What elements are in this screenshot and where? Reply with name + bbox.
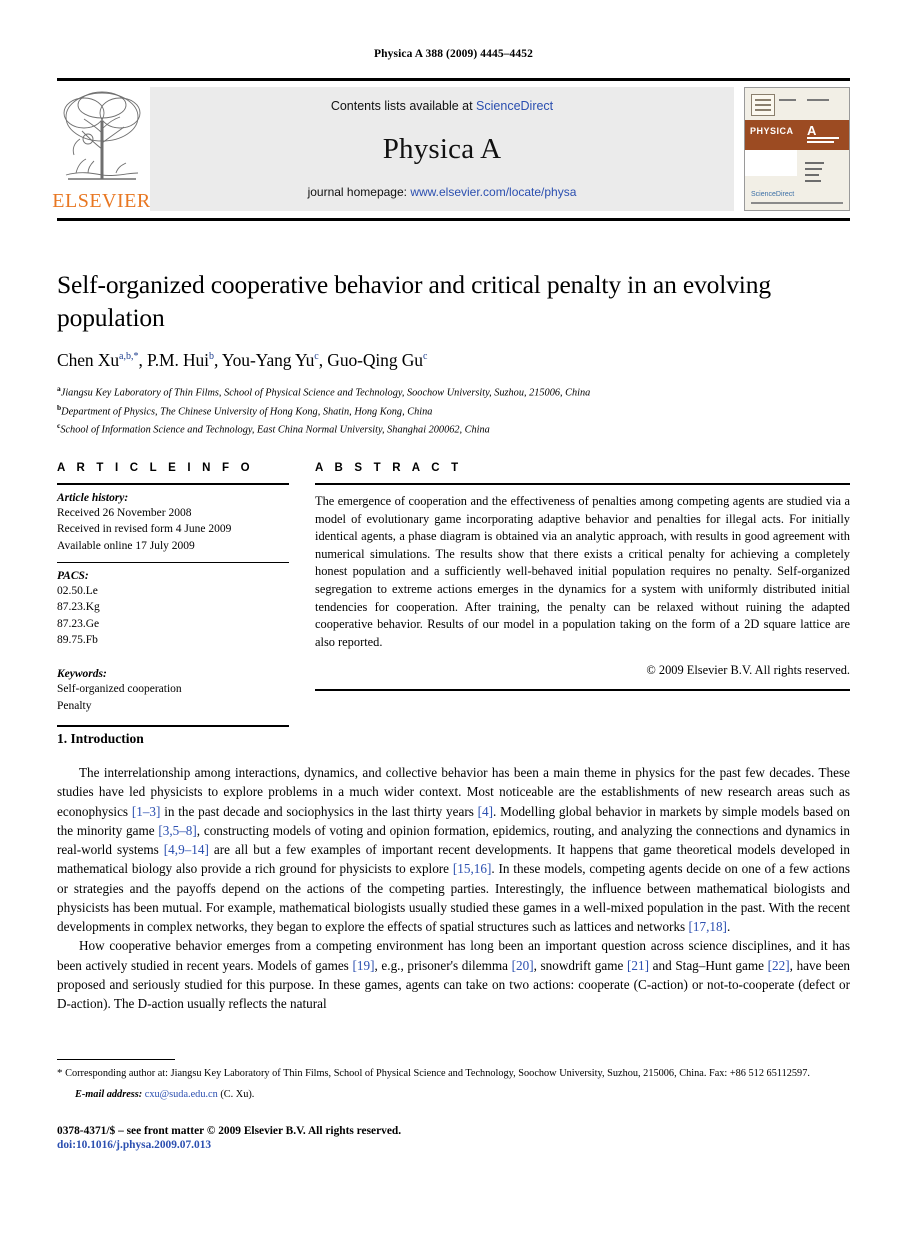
front-matter-line: 0378-4371/$ – see front matter © 2009 El… [57, 1125, 402, 1137]
pacs-item: 87.23.Kg [57, 601, 100, 614]
footnote-rule [57, 1059, 175, 1060]
journal-title: Physica A [382, 132, 502, 165]
masthead-top-rule [57, 78, 850, 81]
article-history-item: Available online 17 July 2009 [57, 539, 195, 552]
keywords-label: Keywords: [57, 668, 107, 681]
cover-sciencedirect-label: ScienceDirect [751, 191, 795, 198]
abstract-column: A B S T R A C T The emergence of coopera… [315, 462, 850, 727]
elsevier-wordmark: ELSEVIER [52, 190, 151, 212]
article-history-group: Article history: Received 26 November 20… [57, 485, 289, 562]
cover-title-band: PHYSICA A [745, 120, 849, 150]
running-head: Physica A 388 (2009) 4445–4452 [374, 48, 533, 60]
abstract-rule-bottom [315, 689, 850, 692]
journal-masthead: ELSEVIER Contents lists available at Sci… [52, 78, 850, 221]
cover-left-column [745, 150, 797, 176]
paper-page: Physica A 388 (2009) 4445–4452 ELSEVIER … [0, 0, 907, 1238]
affiliation-a: aJiangsu Key Laboratory of Thin Films, S… [57, 383, 850, 401]
journal-cover-thumbnail: PHYSICA A ScienceDirect [744, 87, 850, 211]
body-paragraph: The interrelationship among interactions… [57, 765, 851, 935]
article-history-item: Received 26 November 2008 [57, 507, 192, 519]
article-info-rule-bottom [57, 724, 289, 727]
pacs-label: PACS: [57, 569, 89, 582]
journal-homepage-link[interactable]: www.elsevier.com/locate/physa [410, 185, 576, 199]
pacs-item: 89.75.Fb [57, 633, 98, 646]
cover-header-lines-2 [807, 99, 843, 104]
pacs-group: PACS: 02.50.Le 87.23.Kg 87.23.Ge 89.75.F… [57, 563, 289, 656]
cover-footer: ScienceDirect [751, 191, 843, 204]
affiliation-text-b: Department of Physics, The Chinese Unive… [61, 406, 433, 418]
keyword-item: Self-organized cooperation [57, 683, 182, 696]
journal-banner: Contents lists available at ScienceDirec… [150, 87, 734, 211]
colophon-block: 0378-4371/$ – see front matter © 2009 El… [57, 1125, 850, 1151]
article-info-column: A R T I C L E I N F O Article history: R… [57, 462, 289, 727]
body-paragraph: How cooperative behavior emerges from a … [57, 938, 851, 1012]
email-note: E-mail address: cxu@suda.edu.cn (C. Xu). [75, 1089, 850, 1100]
cover-emblem-icon [751, 94, 775, 116]
cover-subtitle-lines [807, 137, 845, 145]
info-abstract-row: A R T I C L E I N F O Article history: R… [57, 462, 850, 727]
sciencedirect-link[interactable]: ScienceDirect [476, 99, 553, 113]
affiliation-c: cSchool of Information Science and Techn… [57, 420, 850, 438]
masthead-bottom-rule [57, 218, 850, 221]
affiliation-text-a: Jiangsu Key Laboratory of Thin Films, Sc… [60, 387, 591, 399]
keywords-group: Keywords: Self-organized cooperation Pen… [57, 668, 289, 714]
footnotes-block: * Corresponding author at: Jiangsu Key L… [57, 1059, 850, 1100]
elsevier-logo: ELSEVIER [52, 87, 150, 211]
homepage-prefix: journal homepage: [307, 185, 411, 199]
email-suffix: (C. Xu). [220, 1088, 255, 1100]
article-history-label: Article history: [57, 492, 129, 504]
pacs-item: 87.23.Ge [57, 617, 100, 630]
affiliation-b: bDepartment of Physics, The Chinese Univ… [57, 402, 850, 420]
article-history-item: Received in revised form 4 June 2009 [57, 523, 232, 536]
abstract-rule-top [315, 483, 850, 485]
masthead-body: ELSEVIER Contents lists available at Sci… [52, 87, 850, 211]
abstract-text: The emergence of cooperation and the eff… [315, 494, 850, 649]
keyword-item: Penalty [57, 699, 92, 712]
cover-author-lines [805, 162, 841, 186]
cover-brand-letter: A [807, 123, 817, 138]
page-title: Self-organized cooperative behavior and … [57, 270, 771, 333]
title-block: Self-organized cooperative behavior and … [57, 268, 850, 438]
elsevier-tree-icon [58, 87, 146, 183]
pacs-item: 02.50.Le [57, 584, 98, 597]
cover-footer-bar [751, 202, 843, 204]
section-heading: 1. Introduction [57, 731, 144, 746]
author-list: Chen Xua,b,*, P.M. Huib, You-Yang Yuc, G… [57, 350, 428, 371]
abstract-heading: A B S T R A C T [315, 462, 463, 474]
abstract-copyright: © 2009 Elsevier B.V. All rights reserved… [646, 663, 850, 678]
email-label: E-mail address: [75, 1088, 143, 1100]
introduction-section: 1. Introduction The interrelationship am… [57, 731, 850, 1013]
doi-line[interactable]: doi:10.1016/j.physa.2009.07.013 [57, 1139, 850, 1151]
email-link[interactable]: cxu@suda.edu.cn [145, 1089, 218, 1100]
journal-homepage-line: journal homepage: www.elsevier.com/locat… [308, 185, 577, 199]
article-info-heading: A R T I C L E I N F O [57, 462, 254, 474]
affiliation-text-c: School of Information Science and Techno… [60, 424, 490, 436]
contents-prefix: Contents lists available at [330, 99, 477, 113]
corresponding-author-note: * Corresponding author at: Jiangsu Key L… [57, 1067, 810, 1079]
cover-brand: PHYSICA [750, 126, 794, 136]
contents-available-line: Contents lists available at ScienceDirec… [331, 99, 553, 113]
